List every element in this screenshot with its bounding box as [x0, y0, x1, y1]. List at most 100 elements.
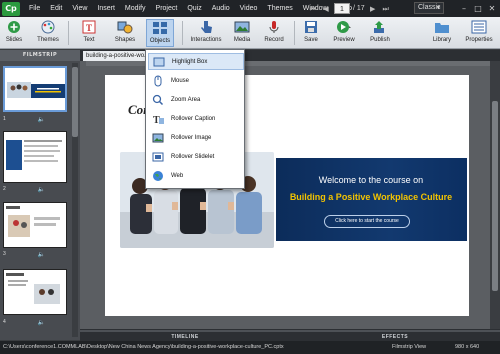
- pointer-hand-icon: [197, 19, 215, 35]
- menu-item-web[interactable]: Web: [148, 167, 244, 184]
- audio-speaker-icon[interactable]: 🔈: [38, 319, 45, 326]
- total-slides: / 17: [353, 5, 365, 12]
- menu-item-label: Mouse: [171, 77, 190, 84]
- project-size: 980 x 640: [455, 344, 480, 350]
- menu-item-rollover-caption[interactable]: T Rollover Caption: [148, 110, 244, 127]
- save-button[interactable]: Save: [300, 19, 322, 47]
- publish-label: Publish: [370, 37, 390, 43]
- slide-thumbnail-1[interactable]: [3, 66, 67, 112]
- record-label: Record: [264, 37, 284, 43]
- rollover-image-icon: [151, 132, 165, 144]
- first-slide-icon[interactable]: ⏮: [308, 4, 318, 14]
- properties-button[interactable]: Properties: [462, 19, 496, 47]
- menu-quiz[interactable]: Quiz: [182, 0, 206, 17]
- preview-button[interactable]: Preview: [330, 19, 358, 47]
- prev-slide-icon[interactable]: ◀: [321, 4, 331, 14]
- toolbar-divider: [68, 21, 69, 45]
- save-label: Save: [304, 37, 318, 43]
- current-slide-field[interactable]: 1: [334, 3, 350, 14]
- slide-number: 4: [3, 319, 6, 325]
- menu-item-highlight-box[interactable]: Highlight Box: [148, 53, 244, 70]
- shapes-button[interactable]: Shapes: [113, 19, 137, 47]
- welcome-text: Welcome to the course on: [318, 175, 424, 185]
- menu-item-label: Rollover Image: [171, 134, 212, 141]
- menu-item-mouse[interactable]: Mouse: [148, 72, 244, 89]
- objects-menu: Highlight Box Mouse Zoom Area T Rollover…: [145, 49, 245, 189]
- menu-edit[interactable]: Edit: [45, 0, 67, 17]
- publish-icon: [371, 19, 389, 35]
- audio-speaker-icon[interactable]: 🔈: [38, 186, 45, 193]
- menu-modify[interactable]: Modify: [120, 0, 151, 17]
- slides-button[interactable]: Slides: [3, 19, 25, 47]
- workspace-select[interactable]: Classic ▼: [414, 2, 444, 14]
- menu-audio[interactable]: Audio: [207, 0, 235, 17]
- library-button[interactable]: Library: [429, 19, 455, 47]
- menu-project[interactable]: Project: [151, 0, 183, 17]
- filmstrip-panel: FILMSTRIP 1 🔈 2 🔈 3 🔈 4 🔈: [0, 50, 80, 340]
- interactions-label: Interactions: [190, 37, 222, 43]
- start-course-button[interactable]: Click here to start the course: [324, 215, 410, 228]
- menu-view[interactable]: View: [67, 0, 92, 17]
- slide-thumbnail-3[interactable]: [3, 202, 67, 248]
- stage-scrollbar[interactable]: [490, 61, 500, 329]
- slide-thumbnail-image: [5, 68, 65, 110]
- maximize-icon[interactable]: □: [472, 3, 484, 14]
- slide-number: 3: [3, 251, 6, 257]
- slide-thumbnail-2[interactable]: [3, 131, 67, 183]
- slide-meta-1: 1 🔈: [3, 115, 67, 123]
- interactions-button[interactable]: Interactions: [189, 19, 223, 47]
- library-folder-icon: [433, 19, 451, 35]
- next-slide-icon[interactable]: ▶: [368, 4, 378, 14]
- menu-bar: Cp File Edit View Insert Modify Project …: [0, 0, 500, 17]
- shapes-icon: [116, 19, 134, 35]
- slide-meta-3: 3 🔈: [3, 250, 67, 258]
- toolbar-divider: [294, 21, 295, 45]
- audio-speaker-icon[interactable]: 🔈: [38, 251, 45, 258]
- text-button[interactable]: T Text: [78, 19, 100, 47]
- library-label: Library: [432, 37, 452, 43]
- chevron-down-icon: ▼: [436, 5, 441, 11]
- scrollbar-thumb[interactable]: [492, 101, 498, 291]
- record-button[interactable]: Record: [262, 19, 286, 47]
- play-icon: [335, 19, 353, 35]
- app-logo: Cp: [2, 1, 20, 16]
- scrollbar-thumb[interactable]: [72, 67, 78, 137]
- save-icon: [302, 19, 320, 35]
- close-icon[interactable]: ✕: [486, 3, 498, 14]
- mouse-icon: [151, 75, 165, 87]
- toolbar-divider: [182, 21, 183, 45]
- publish-button[interactable]: Publish: [366, 19, 394, 47]
- slide-thumbnail-4[interactable]: [3, 269, 67, 315]
- audio-speaker-icon[interactable]: 🔈: [38, 116, 45, 123]
- menu-themes[interactable]: Themes: [262, 0, 297, 17]
- text-icon: T: [80, 19, 98, 35]
- media-icon: [233, 19, 251, 35]
- menu-item-rollover-image[interactable]: Rollover Image: [148, 129, 244, 146]
- minimize-icon[interactable]: –: [458, 3, 470, 14]
- add-slide-icon: [5, 19, 23, 35]
- menu-item-label: Web: [171, 172, 184, 179]
- last-slide-icon[interactable]: ⏭: [381, 4, 391, 14]
- rollover-slidelet-icon: [151, 151, 165, 163]
- objects-button[interactable]: Objects: [146, 19, 174, 47]
- slides-label: Slides: [5, 37, 23, 43]
- file-path: C:\Users\conference1.COMMLAB\Desktop\New…: [3, 344, 284, 350]
- highlight-box-icon: [152, 56, 166, 68]
- menu-item-rollover-slidelet[interactable]: Rollover Slidelet: [148, 148, 244, 165]
- slide-meta-4: 4 🔈: [3, 318, 67, 326]
- menu-video[interactable]: Video: [235, 0, 263, 17]
- preview-label: Preview: [333, 37, 355, 43]
- menu-item-zoom-area[interactable]: Zoom Area: [148, 91, 244, 108]
- bottom-panel-tabs: TIMELINE EFFECTS: [80, 329, 500, 341]
- themes-button[interactable]: Themes: [36, 19, 60, 47]
- properties-label: Properties: [465, 37, 493, 43]
- effects-tab[interactable]: EFFECTS: [290, 330, 500, 340]
- media-button[interactable]: Media: [230, 19, 254, 47]
- menu-item-label: Highlight Box: [172, 58, 208, 65]
- status-bar: C:\Users\conference1.COMMLAB\Desktop\New…: [0, 341, 500, 354]
- menu-insert[interactable]: Insert: [92, 0, 120, 17]
- filmstrip-scrollbar[interactable]: [72, 63, 78, 337]
- menu-file[interactable]: File: [24, 0, 45, 17]
- microphone-icon: [265, 19, 283, 35]
- timeline-tab[interactable]: TIMELINE: [80, 330, 290, 340]
